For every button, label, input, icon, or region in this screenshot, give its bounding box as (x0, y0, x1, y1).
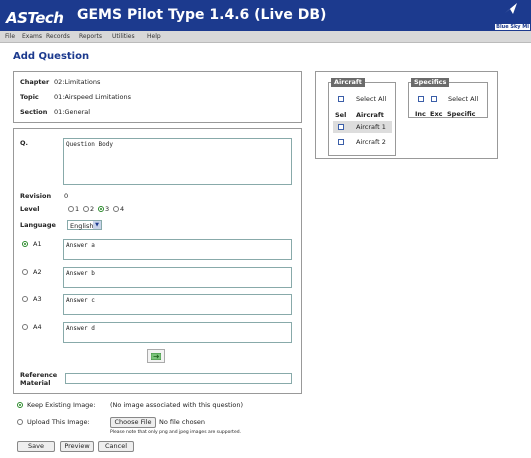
menu-reports[interactable]: Reports (79, 33, 102, 40)
reference-label-line2: Material (20, 379, 51, 387)
aircraft-select-all-label: Select All (356, 95, 387, 103)
menu-records[interactable]: Records (46, 33, 70, 40)
answer-a3-radio[interactable] (22, 296, 28, 302)
menu-utilities[interactable]: Utilities (112, 33, 135, 40)
question-form-panel: Q. Revision 0 Level 1 2 3 4 Language Eng… (13, 128, 302, 394)
specifics-col-specific: Specific (447, 110, 476, 118)
aircraft-col-aircraft: Aircraft (356, 111, 384, 119)
aircraft-2-label: Aircraft 2 (356, 138, 386, 146)
menu-file[interactable]: File (5, 33, 15, 40)
upload-note: Please note that only png and jpeg image… (110, 430, 242, 435)
question-label: Q. (20, 139, 28, 147)
level-radio-4[interactable] (113, 206, 119, 212)
chevron-down-icon: ▼ (93, 221, 101, 229)
cancel-button[interactable]: Cancel (98, 441, 134, 452)
revision-value: 0 (64, 192, 69, 200)
app-title: GEMS Pilot Type 1.4.6 (Live DB) (77, 7, 327, 23)
chapter-value: 02:Limitations (54, 78, 101, 86)
specifics-exclude-all-checkbox[interactable] (431, 96, 437, 102)
answer-a1-label: A1 (33, 240, 42, 248)
aircraft-fieldset: Aircraft Select All Sel Aircraft Aircraf… (328, 78, 396, 156)
level-radio-1[interactable] (68, 206, 74, 212)
specifics-fieldset: Specifics Select All Inc Exc Specific (408, 78, 488, 118)
level-option-3: 3 (105, 205, 110, 213)
preview-button[interactable]: Preview (60, 441, 94, 452)
menu-help[interactable]: Help (147, 33, 161, 40)
brand-label: Blue Sky Mi (495, 24, 530, 30)
file-status: No file chosen (159, 418, 206, 426)
aircraft-col-sel: Sel (335, 111, 347, 119)
answer-a2-label: A2 (33, 268, 42, 276)
keep-image-radio[interactable] (17, 402, 23, 408)
language-select[interactable]: English ▼ (67, 220, 102, 230)
add-answer-icon (151, 353, 161, 360)
language-select-value: English (70, 222, 94, 230)
upload-image-label: Upload This Image: (27, 418, 90, 426)
specifics-col-exc: Exc (430, 110, 443, 118)
aircraft-row-1[interactable]: Aircraft 1 (333, 121, 392, 133)
save-button[interactable]: Save (17, 441, 55, 452)
aircraft-select-all-checkbox[interactable] (338, 96, 344, 102)
revision-label: Revision (20, 192, 52, 200)
question-location-panel: Chapter 02:Limitations Topic 01:Airspeed… (13, 71, 302, 123)
answer-a4-label: A4 (33, 323, 42, 331)
answer-a1-radio[interactable] (22, 241, 28, 247)
chapter-label: Chapter (20, 78, 50, 86)
aircraft-legend: Aircraft (331, 78, 365, 87)
aircraft-2-checkbox[interactable] (338, 139, 344, 145)
specifics-select-all-label: Select All (448, 95, 479, 103)
specifics-include-all-checkbox[interactable] (418, 96, 424, 102)
topic-label: Topic (20, 93, 39, 101)
specifics-col-inc: Inc (415, 110, 426, 118)
reference-label-line1: Reference (20, 371, 58, 379)
answer-a3-label: A3 (33, 295, 42, 303)
level-option-4: 4 (120, 205, 125, 213)
keep-image-note: (No image associated with this question) (110, 401, 243, 409)
specifics-legend: Specifics (411, 78, 450, 87)
topic-value: 01:Airspeed Limitations (54, 93, 132, 101)
aircraft-1-label: Aircraft 1 (356, 123, 386, 131)
choose-file-button[interactable]: Choose File (110, 417, 156, 428)
language-label: Language (20, 221, 56, 229)
answer-a3-input[interactable] (63, 294, 292, 315)
page-title: Add Question (13, 51, 90, 62)
level-radio-2[interactable] (83, 206, 89, 212)
section-value: 01:General (54, 108, 91, 116)
brand-logo-icon (505, 3, 517, 14)
menu-exams[interactable]: Exams (22, 33, 42, 40)
answer-a1-input[interactable] (63, 239, 292, 260)
level-option-1: 1 (75, 205, 80, 213)
app-header: ASTech GEMS Pilot Type 1.4.6 (Live DB) B… (0, 0, 531, 31)
reference-material-input[interactable] (65, 373, 292, 384)
aircraft-specifics-panel: Aircraft Select All Sel Aircraft Aircraf… (315, 71, 498, 159)
answer-a4-input[interactable] (63, 322, 292, 343)
answer-a2-input[interactable] (63, 267, 292, 288)
level-option-2: 2 (90, 205, 95, 213)
answer-a2-radio[interactable] (22, 269, 28, 275)
answer-a4-radio[interactable] (22, 324, 28, 330)
add-answer-button[interactable] (147, 349, 165, 363)
level-label: Level (20, 205, 40, 213)
section-label: Section (20, 108, 48, 116)
question-body-input[interactable] (63, 138, 292, 185)
upload-image-radio[interactable] (17, 419, 23, 425)
aircraft-row-2[interactable]: Aircraft 2 (333, 136, 392, 148)
level-radio-3[interactable] (98, 206, 104, 212)
app-logo: ASTech (6, 9, 64, 27)
aircraft-1-checkbox[interactable] (338, 124, 344, 130)
menu-bar: File Exams Records Reports Utilities Hel… (0, 31, 531, 43)
keep-image-label: Keep Existing Image: (27, 401, 96, 409)
